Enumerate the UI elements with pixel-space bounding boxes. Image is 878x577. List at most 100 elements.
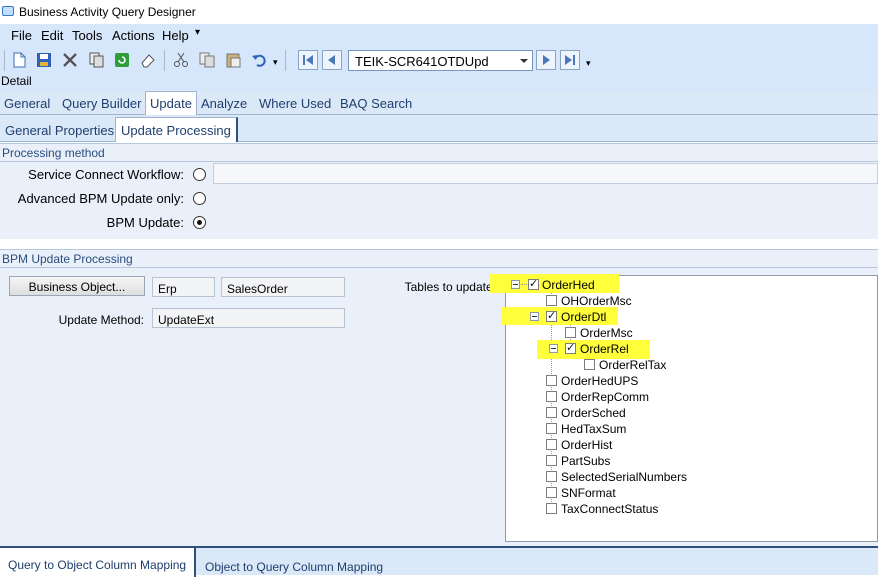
- tree-item-orderhist[interactable]: OrderHist: [561, 438, 612, 452]
- refresh-icon[interactable]: [113, 51, 131, 69]
- tab-query-builder[interactable]: Query Builder: [62, 96, 141, 111]
- save-icon[interactable]: [35, 51, 53, 69]
- partsubs-checkbox[interactable]: [546, 455, 557, 466]
- orderrel-checkbox[interactable]: [565, 341, 576, 354]
- copy-clip-icon[interactable]: [198, 51, 216, 69]
- business-object-button[interactable]: Business Object...: [9, 276, 145, 296]
- tree-item-orderrel[interactable]: OrderRel: [580, 342, 629, 356]
- menu-help[interactable]: Help: [162, 28, 189, 43]
- bottom-tab-bar: Query to Object Column Mapping Object to…: [0, 546, 878, 577]
- undo-icon[interactable]: [250, 51, 268, 69]
- menu-edit[interactable]: Edit: [41, 28, 63, 43]
- orderrepcomm-checkbox[interactable]: [546, 391, 557, 402]
- ordersched-checkbox[interactable]: [546, 407, 557, 418]
- update-method-label: Update Method:: [58, 313, 144, 327]
- detail-label: Detail: [0, 74, 878, 90]
- tree-item-ordersched[interactable]: OrderSched: [561, 406, 626, 420]
- orderhed-checkbox[interactable]: [528, 277, 539, 290]
- first-icon: [303, 55, 313, 65]
- advanced-bpm-radio[interactable]: [193, 192, 206, 205]
- prev-icon: [328, 55, 335, 65]
- last-record-button[interactable]: [560, 50, 580, 70]
- next-icon: [543, 55, 550, 65]
- chevron-down-icon[interactable]: [520, 59, 528, 63]
- query-id-value: TEIK-SCR641OTDUpd: [355, 54, 489, 69]
- collapse-icon[interactable]: [549, 344, 558, 353]
- delete-icon[interactable]: [61, 51, 79, 69]
- collapse-icon[interactable]: [511, 280, 520, 289]
- service-connect-radio[interactable]: [193, 168, 206, 181]
- tree-item-orderhed[interactable]: OrderHed: [542, 278, 595, 292]
- main-tab-bar: General Query Builder Update Analyze Whe…: [0, 90, 878, 115]
- tree-item-orderdtl[interactable]: OrderDtl: [561, 310, 606, 324]
- paste-icon[interactable]: [224, 51, 242, 69]
- tree-item-snformat[interactable]: SNFormat: [561, 486, 616, 500]
- bpm-update-label: BPM Update:: [106, 215, 184, 230]
- tree-item-ohordermsc[interactable]: OHOrderMsc: [561, 294, 632, 308]
- toolbar-grip: [4, 50, 5, 71]
- menu-tools[interactable]: Tools: [72, 28, 102, 43]
- tab-update[interactable]: Update: [145, 91, 197, 115]
- next-record-button[interactable]: [536, 50, 556, 70]
- prev-record-button[interactable]: [322, 50, 342, 70]
- menu-overflow-icon[interactable]: ▾: [195, 27, 200, 38]
- tab-analyze[interactable]: Analyze: [201, 96, 247, 111]
- service-connect-workflow-field[interactable]: [213, 163, 878, 184]
- tree-item-selectedserialnumbers[interactable]: SelectedSerialNumbers: [561, 470, 687, 484]
- service-connect-label: Service Connect Workflow:: [28, 167, 184, 182]
- selectedserialnumbers-checkbox[interactable]: [546, 471, 557, 482]
- tree-item-orderhedups[interactable]: OrderHedUPS: [561, 374, 638, 388]
- advanced-bpm-label: Advanced BPM Update only:: [17, 191, 184, 206]
- divider: [0, 161, 878, 162]
- last-icon: [565, 55, 575, 65]
- menu-actions[interactable]: Actions: [112, 28, 155, 43]
- eraser-icon[interactable]: [139, 51, 157, 69]
- toolbar-separator: [164, 50, 165, 71]
- orderdtl-checkbox[interactable]: [546, 309, 557, 322]
- tab-object-to-query-mapping[interactable]: Object to Query Column Mapping: [205, 560, 383, 574]
- first-record-button[interactable]: [298, 50, 318, 70]
- tree-item-orderreltax[interactable]: OrderRelTax: [599, 358, 666, 372]
- tree-item-hedtaxsum[interactable]: HedTaxSum: [561, 422, 626, 436]
- menu-file[interactable]: File: [11, 28, 32, 43]
- tree-item-ordermsc[interactable]: OrderMsc: [580, 326, 633, 340]
- menu-bar: File Edit Tools Actions Help ▾: [0, 24, 878, 46]
- window-title: Business Activity Query Designer: [19, 5, 196, 19]
- collapse-icon[interactable]: [530, 312, 539, 321]
- tab-query-to-object-mapping[interactable]: Query to Object Column Mapping: [0, 548, 197, 577]
- tree-item-orderrepcomm[interactable]: OrderRepComm: [561, 390, 649, 404]
- tab-general-properties[interactable]: General Properties: [5, 123, 114, 138]
- tab-baq-search[interactable]: BAQ Search: [340, 96, 412, 111]
- taxconnectstatus-checkbox[interactable]: [546, 503, 557, 514]
- title-bar: Business Activity Query Designer: [0, 0, 878, 24]
- divider: [0, 267, 878, 268]
- bpm-update-header: BPM Update Processing: [2, 252, 133, 266]
- tab-where-used[interactable]: Where Used: [259, 96, 331, 111]
- sub-tab-bar: General Properties Update Processing: [0, 115, 878, 142]
- bo-namespace-field[interactable]: Erp: [152, 277, 215, 297]
- orderhedups-checkbox[interactable]: [546, 375, 557, 386]
- tree-line: [521, 284, 527, 285]
- tree-item-partsubs[interactable]: PartSubs: [561, 454, 610, 468]
- hedtaxsum-checkbox[interactable]: [546, 423, 557, 434]
- bo-name-field[interactable]: SalesOrder: [221, 277, 345, 297]
- new-icon[interactable]: [10, 51, 28, 69]
- bpm-update-radio[interactable]: [193, 216, 206, 229]
- tab-general[interactable]: General: [4, 96, 50, 111]
- tree-item-taxconnectstatus[interactable]: TaxConnectStatus: [561, 502, 658, 516]
- copy-icon[interactable]: [87, 51, 105, 69]
- toolbar-overflow-icon[interactable]: ▾: [586, 58, 591, 69]
- query-id-combo[interactable]: TEIK-SCR641OTDUpd: [348, 50, 533, 71]
- orderreltax-checkbox[interactable]: [584, 359, 595, 370]
- snformat-checkbox[interactable]: [546, 487, 557, 498]
- ordermsc-checkbox[interactable]: [565, 327, 576, 338]
- tab-update-processing[interactable]: Update Processing: [115, 117, 238, 142]
- cut-icon[interactable]: [172, 51, 190, 69]
- toolbar: ▾ TEIK-SCR641OTDUpd ▾: [0, 46, 878, 74]
- tables-to-update-label: Tables to update:: [404, 280, 496, 294]
- orderhist-checkbox[interactable]: [546, 439, 557, 450]
- update-method-field[interactable]: UpdateExt: [152, 308, 345, 328]
- undo-dropdown-icon[interactable]: ▾: [273, 57, 278, 68]
- processing-method-header: Processing method: [2, 146, 105, 160]
- ohordermsc-checkbox[interactable]: [546, 295, 557, 306]
